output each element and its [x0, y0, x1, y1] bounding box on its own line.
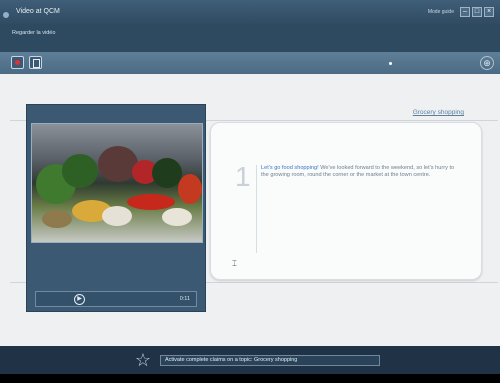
subtitle-bar: Regarder la vidéo [0, 24, 500, 52]
topic-link[interactable]: Grocery shopping [413, 109, 464, 116]
play-icon[interactable]: ▶ [74, 294, 85, 305]
status-bar: ☆ Activate complete claims on a topic: G… [0, 346, 500, 374]
video-panel: ▶ 0:11 [26, 104, 206, 312]
status-text: Activate complete claims on a topic: Gro… [160, 355, 380, 366]
window-title: Video at QCM [16, 8, 60, 15]
video-controls: ▶ 0:11 [35, 291, 197, 307]
mode-label: Mode guide [427, 9, 454, 15]
app-window: Video at QCM Mode guide – □ × Regarder l… [0, 0, 500, 383]
indicator-dot [389, 62, 392, 65]
minimize-button[interactable]: – [460, 7, 470, 17]
breadcrumb: Regarder la vidéo [12, 30, 56, 36]
app-icon [3, 12, 9, 18]
maximize-button[interactable]: □ [472, 7, 482, 17]
step-number: 1 [235, 161, 251, 192]
title-bar: Video at QCM Mode guide – □ × [0, 0, 500, 24]
record-icon[interactable] [11, 56, 24, 69]
video-time: 0:11 [179, 296, 190, 302]
step-divider [256, 165, 257, 253]
star-icon[interactable]: ☆ [133, 350, 153, 370]
step-lead: Let's go food shopping! [261, 165, 319, 171]
step-card: 1 Let's go food shopping! We've looked f… [210, 122, 482, 280]
video-frame[interactable] [31, 123, 203, 243]
document-icon[interactable] [29, 56, 42, 69]
close-button[interactable]: × [484, 7, 494, 17]
add-icon[interactable]: ⊕ [480, 56, 494, 70]
bottom-edge [0, 374, 500, 383]
step-text: Let's go food shopping! We've looked for… [261, 165, 461, 179]
toolbar: ⊕ [0, 52, 500, 74]
cursor-icon: ⌶ [232, 259, 237, 268]
